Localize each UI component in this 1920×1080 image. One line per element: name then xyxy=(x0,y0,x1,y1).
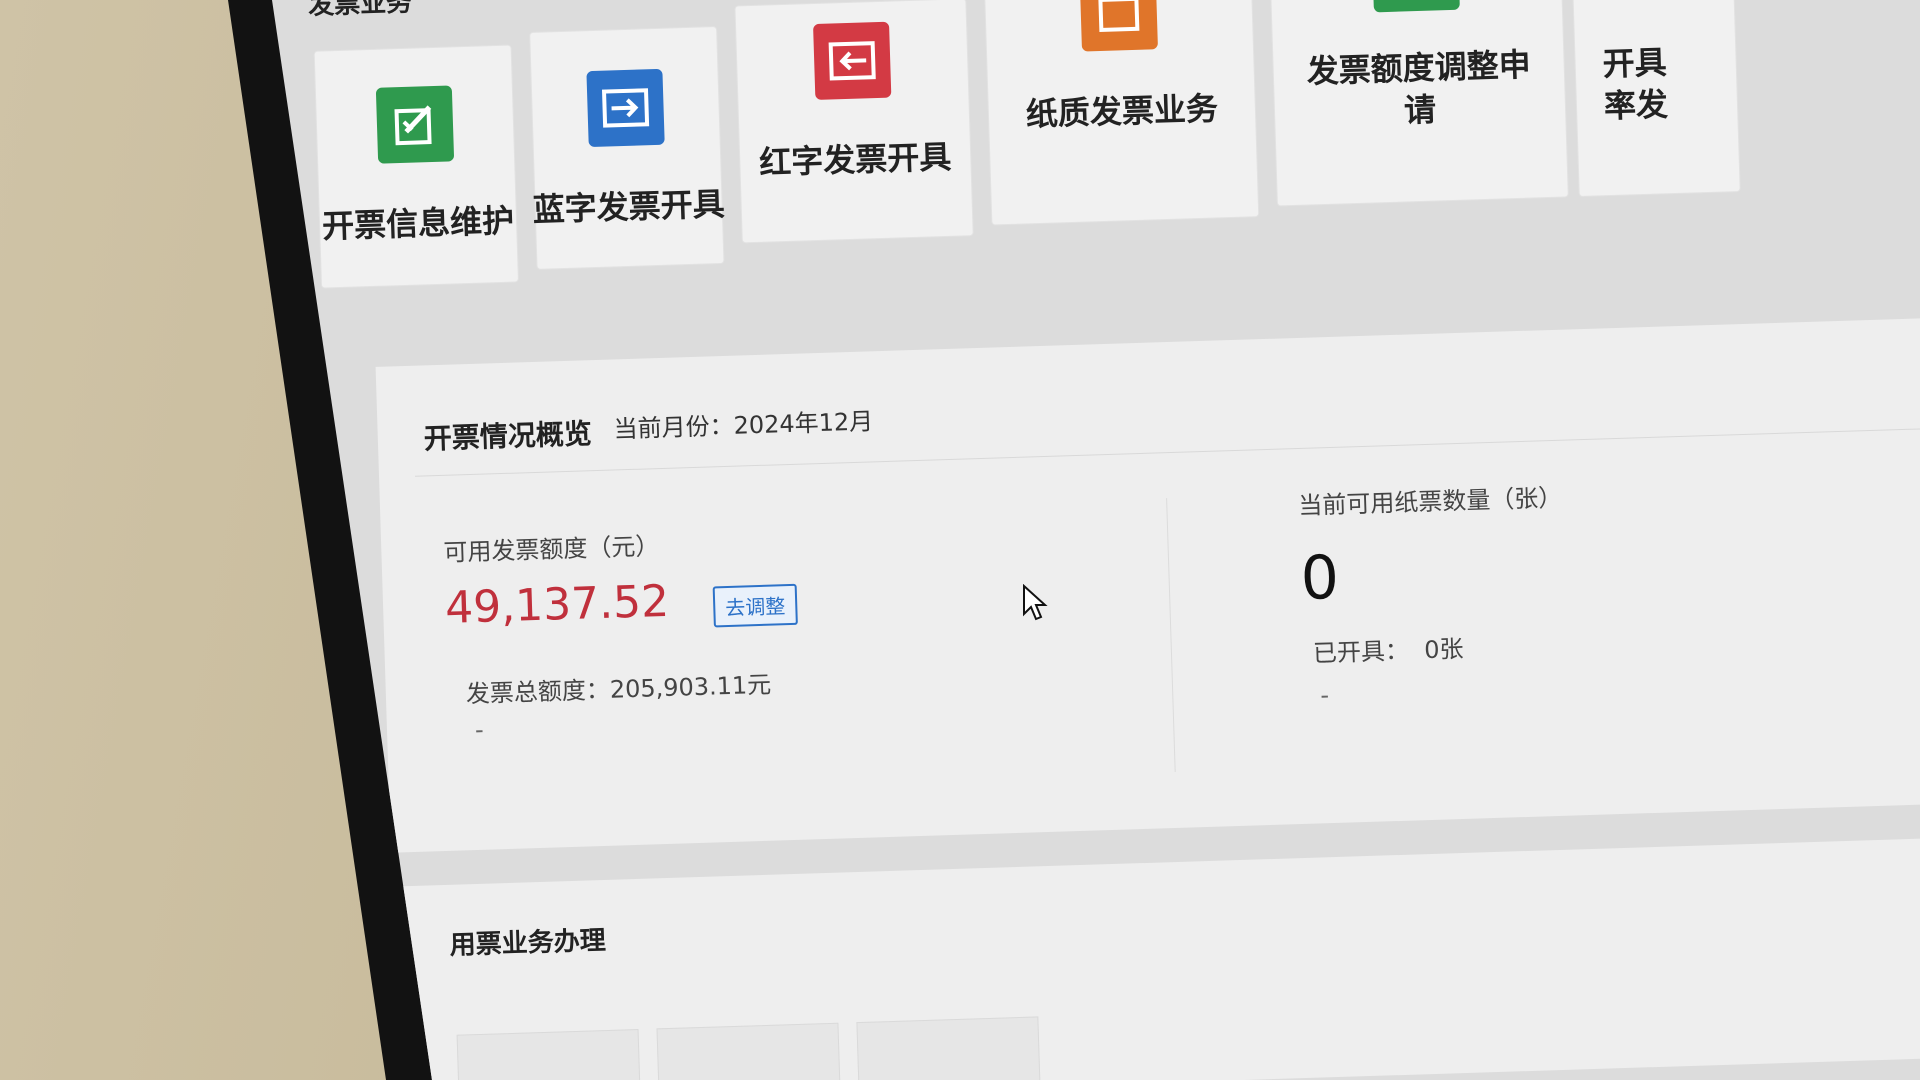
divider xyxy=(1166,498,1176,773)
invoice-overview-card: 开票情况概览 当前月份：2024年12月 可用发票额度（元） 49,137.52… xyxy=(375,317,1920,853)
invoice-business-card: 用票业务办理 xyxy=(391,837,1920,1080)
tile-label: 开具率发 xyxy=(1602,43,1669,126)
available-quota-label: 可用发票额度（元） xyxy=(443,532,660,567)
paper-invoice-icon xyxy=(1079,0,1158,52)
business-title: 用票业务办理 xyxy=(449,925,607,961)
tile-label: 纸质发票业务 xyxy=(1025,89,1219,134)
tile-label: 发票额度调整申请 xyxy=(1306,45,1532,130)
adjust-button[interactable]: 去调整 xyxy=(712,583,798,628)
arrow-back-icon xyxy=(813,21,892,100)
tile-blue-invoice-issue[interactable]: 蓝字发票开具 xyxy=(529,26,726,270)
business-tile[interactable] xyxy=(856,1016,1041,1080)
tile-red-invoice-issue[interactable]: 红字发票开具 xyxy=(734,0,974,244)
arrow-in-icon xyxy=(586,68,665,148)
overview-title: 开票情况概览 xyxy=(423,417,593,456)
tile-label: 开票信息维护 xyxy=(321,201,515,246)
issued-count: 已开具： 0张 xyxy=(1312,634,1464,668)
tile-paper-invoice-business[interactable]: 纸质发票业务 xyxy=(983,0,1260,226)
business-tile[interactable] xyxy=(656,1022,841,1080)
mouse-cursor-icon xyxy=(1023,584,1048,621)
issued-dash: - xyxy=(1319,681,1330,710)
paper-count-label: 当前可用纸票数量（张） xyxy=(1297,483,1563,521)
quota-edit-icon xyxy=(1371,0,1460,13)
total-quota: 发票总额度：205,903.11元 xyxy=(465,670,772,709)
current-month: 当前月份：2024年12月 xyxy=(613,407,874,444)
available-quota-value: 49,137.52 xyxy=(444,575,670,634)
tile-quota-adjust-request[interactable]: 发票额度调整申请 xyxy=(1269,0,1569,207)
tile-label: 红字发票开具 xyxy=(758,137,952,182)
tile-invoice-info-maintenance[interactable]: 开票信息维护 xyxy=(313,44,519,289)
tile-label: 蓝字发票开具 xyxy=(532,184,726,229)
business-tile[interactable] xyxy=(456,1028,642,1080)
paper-count-value: 0 xyxy=(1299,542,1340,614)
invoice-app: 发票业务 开票信息维护 蓝字发票开具 红字发票开具 纸质发票业务 发票额度调整申… xyxy=(272,0,1920,1080)
tile-more[interactable]: 开具率发 xyxy=(1571,0,1741,198)
section-title: 发票业务 xyxy=(307,0,413,21)
quota-dash: - xyxy=(474,715,485,744)
edit-document-icon xyxy=(375,85,455,164)
screen: 发票业务 开票信息维护 蓝字发票开具 红字发票开具 纸质发票业务 发票额度调整申… xyxy=(272,0,1920,1080)
